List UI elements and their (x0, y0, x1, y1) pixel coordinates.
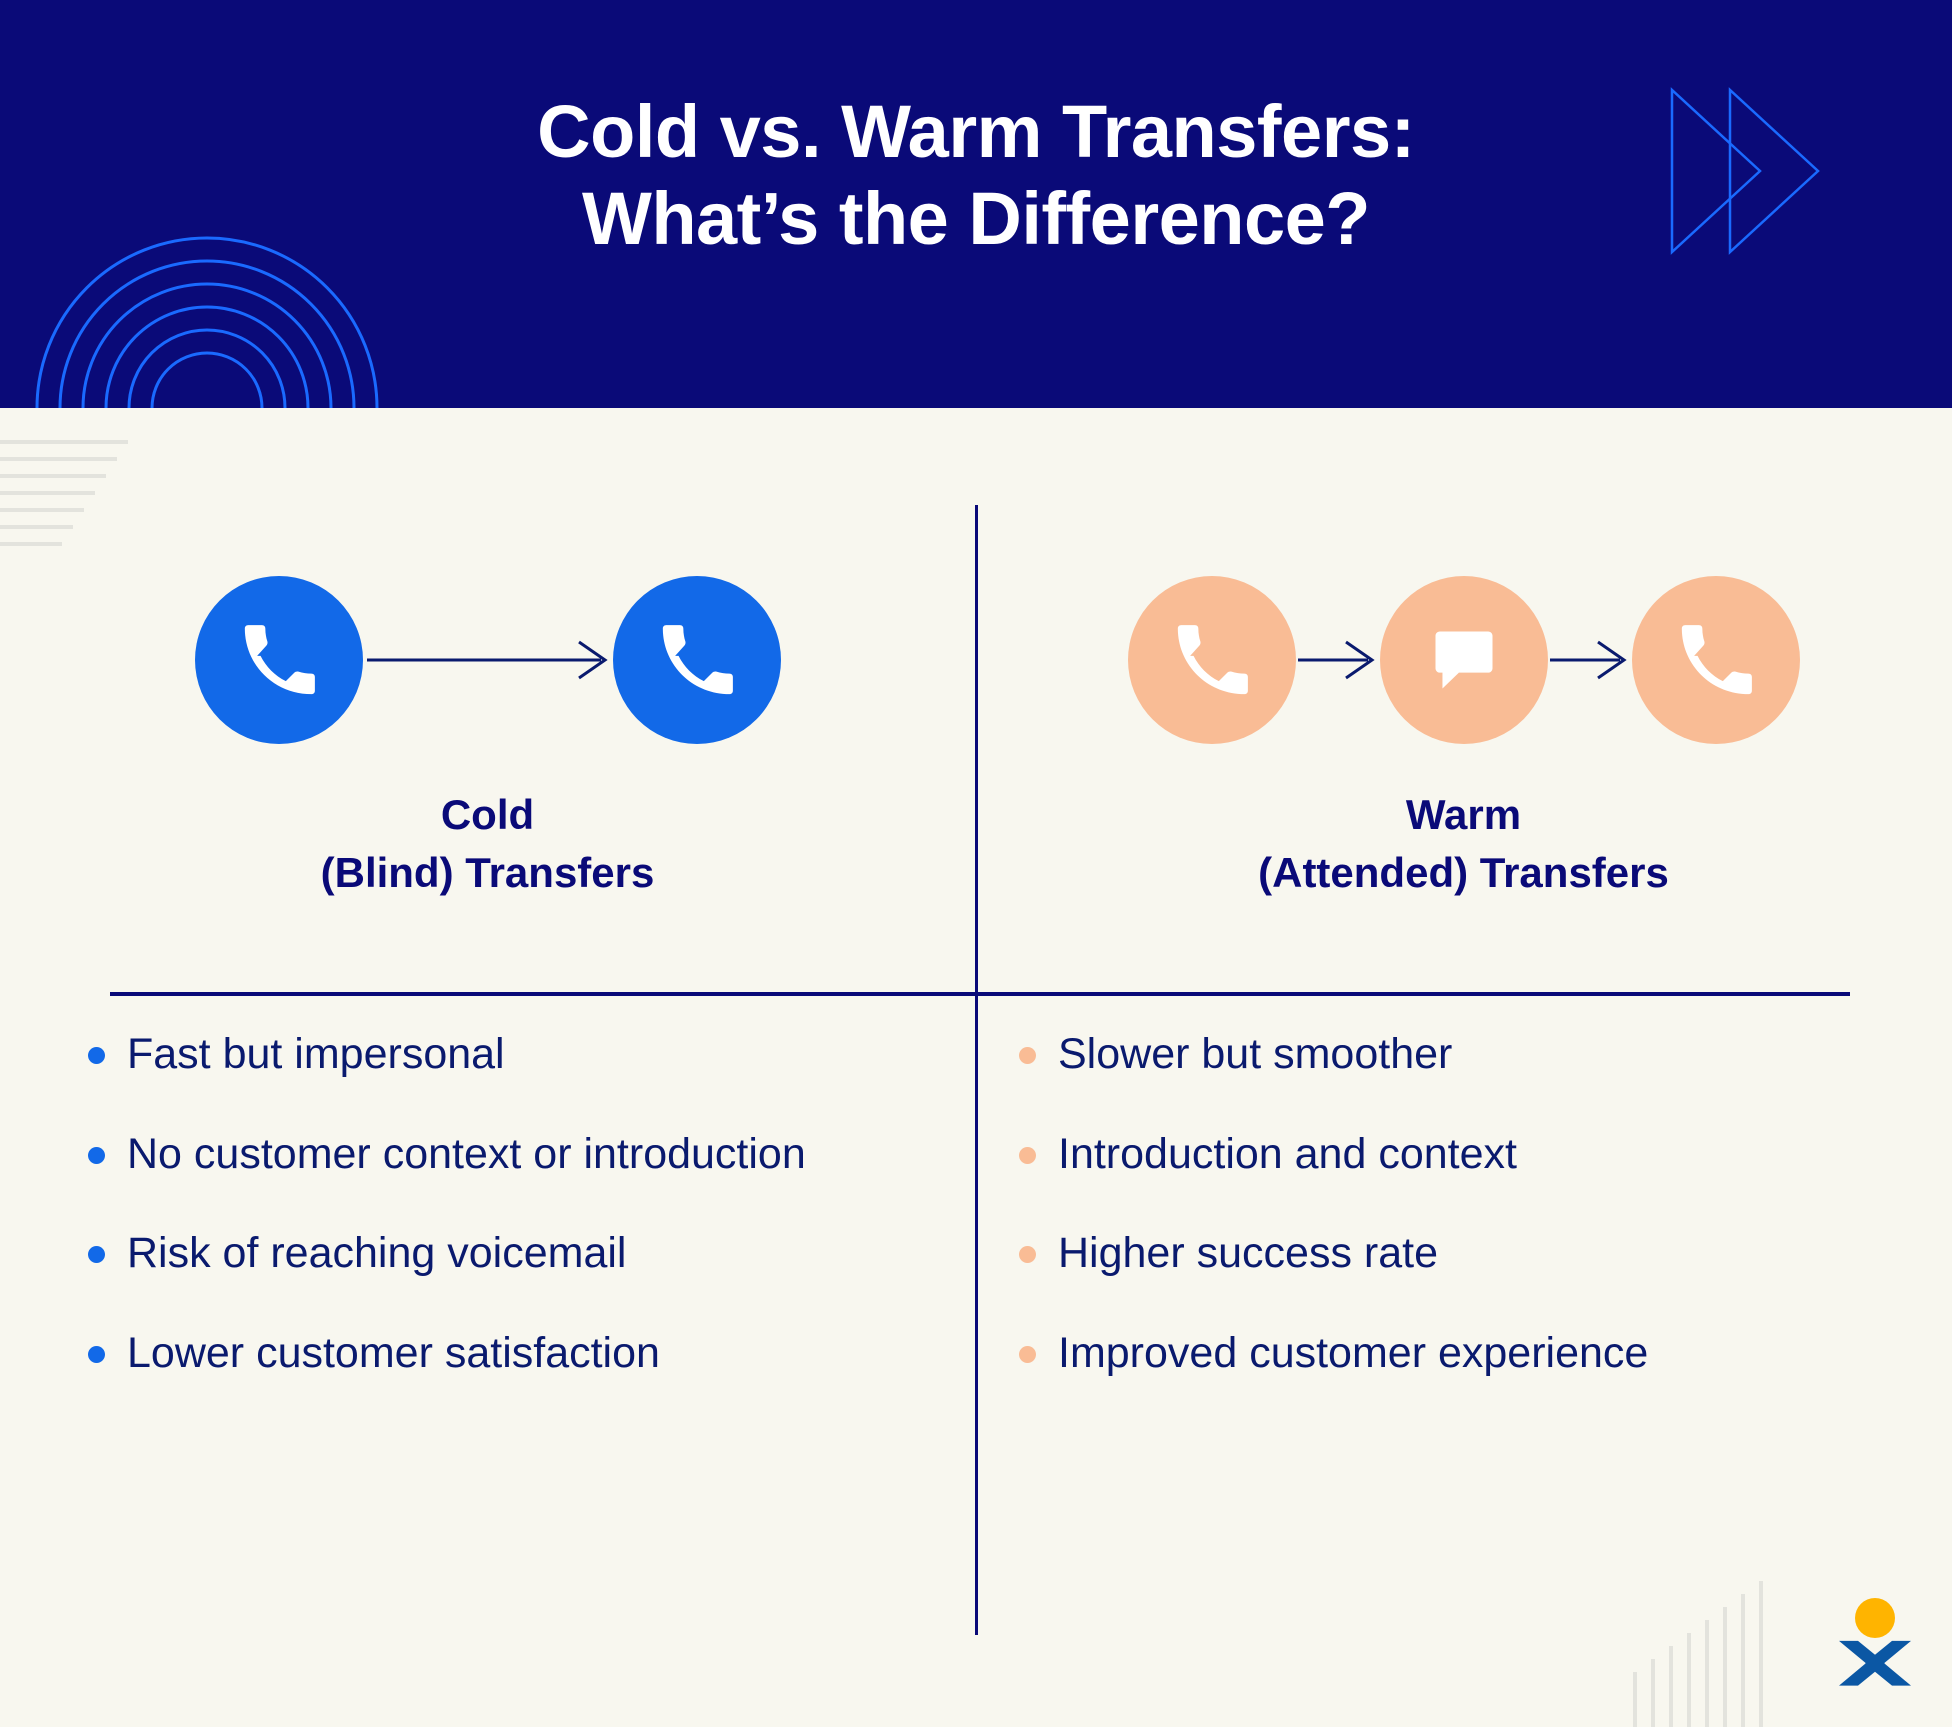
page-title-line-2: What’s the Difference? (581, 177, 1371, 261)
bullet-dot-icon (88, 1047, 105, 1064)
infographic-root: Cold vs. Warm Transfers: What’s the Diff… (0, 0, 1952, 1727)
list-item: No customer context or introduction (88, 1126, 945, 1184)
arrow-right-icon (1297, 640, 1375, 680)
list-item: Slower but smoother (1019, 1026, 1922, 1084)
list-item-label: Risk of reaching voicemail (127, 1229, 627, 1278)
list-item-label: Lower customer satisfaction (127, 1328, 660, 1377)
column-heading-warm-line-2: (Attended) Transfers (1258, 848, 1669, 896)
bullet-dot-icon (88, 1246, 105, 1264)
list-item: Improved customer experience (1019, 1325, 1922, 1383)
phone-icon-destination (612, 576, 781, 744)
list-item: Fast but impersonal (88, 1026, 945, 1084)
chat-bubble-icon (1379, 576, 1548, 744)
list-item-label: No customer context or introduction (127, 1129, 806, 1178)
bullet-dot-icon (1019, 1246, 1036, 1264)
phone-icon-source (1127, 576, 1296, 744)
list-item: Risk of reaching voicemail (88, 1225, 945, 1283)
warm-transfer-flow-diagram (975, 570, 1952, 750)
header-banner: Cold vs. Warm Transfers: What’s the Diff… (0, 0, 1952, 408)
column-warm-transfers: Warm (Attended) Transfers Slower but smo… (975, 408, 1952, 1727)
phone-icon-destination (1631, 576, 1800, 744)
nextiva-logo (1839, 1598, 1911, 1686)
list-item-label: Higher success rate (1058, 1229, 1438, 1278)
bullet-dot-icon (1019, 1345, 1036, 1363)
list-item-label: Slower but smoother (1058, 1030, 1453, 1078)
column-heading-cold-line-1: Cold (440, 791, 535, 838)
arrow-right-icon (366, 640, 608, 680)
list-item: Introduction and context (1019, 1126, 1922, 1184)
list-item-label: Fast but impersonal (127, 1030, 505, 1078)
column-heading-warm-line-1: Warm (1405, 791, 1522, 838)
column-cold-transfers: Cold (Blind) Transfers Fast but imperson… (0, 408, 975, 1727)
bullet-dot-icon (88, 1345, 105, 1363)
bullet-dot-icon (1019, 1146, 1036, 1164)
phone-icon-source (194, 576, 363, 744)
comparison-columns: Cold (Blind) Transfers Fast but imperson… (0, 408, 1952, 1727)
column-heading-cold-line-2: (Blind) Transfers (320, 848, 655, 896)
list-item-label: Introduction and context (1058, 1129, 1517, 1178)
cold-transfer-bullet-list: Fast but impersonal No customer context … (0, 1026, 975, 1382)
warm-transfer-bullet-list: Slower but smoother Introduction and con… (975, 1026, 1952, 1382)
list-item-label: Improved customer experience (1058, 1328, 1649, 1377)
page-title: Cold vs. Warm Transfers: What’s the Diff… (0, 88, 1952, 263)
list-item: Higher success rate (1019, 1225, 1922, 1283)
column-heading-warm: Warm (Attended) Transfers (975, 786, 1952, 902)
list-item: Lower customer satisfaction (88, 1325, 945, 1383)
cold-transfer-flow-diagram (0, 570, 975, 750)
page-title-line-1: Cold vs. Warm Transfers: (537, 90, 1415, 173)
arrow-right-icon (1549, 640, 1627, 680)
bullet-dot-icon (88, 1146, 105, 1164)
bullet-dot-icon (1019, 1047, 1036, 1064)
column-heading-cold: Cold (Blind) Transfers (0, 786, 975, 902)
